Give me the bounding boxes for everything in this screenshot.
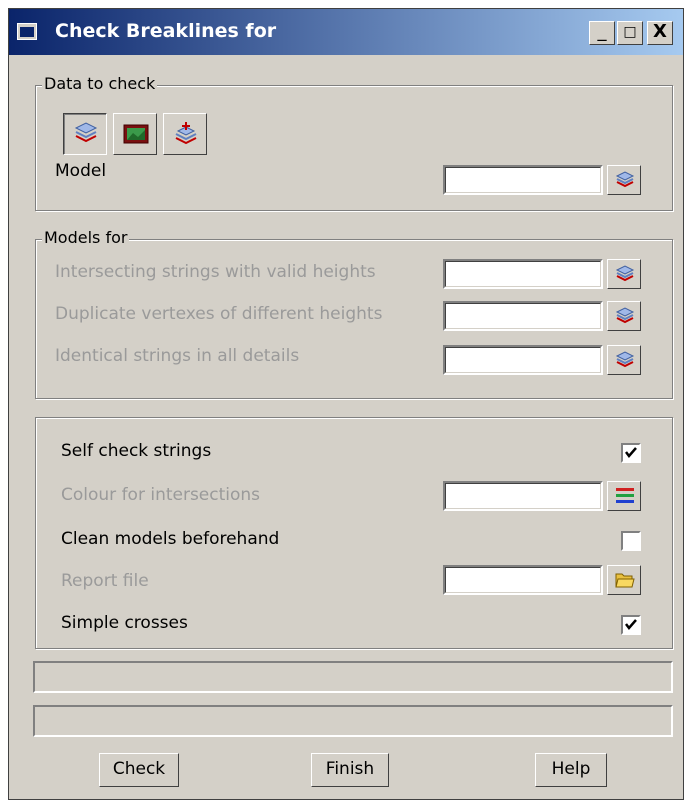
model-mode-button[interactable] [63, 113, 107, 155]
self-check-checkbox[interactable] [621, 443, 641, 463]
identical-model-button[interactable] [607, 345, 641, 375]
self-check-label: Self check strings [61, 441, 212, 461]
check-button[interactable]: Check [99, 753, 179, 787]
model-layers-icon [615, 307, 635, 324]
maximize-button[interactable]: □ [617, 21, 643, 45]
view-mode-button[interactable] [113, 113, 157, 155]
folder-icon [615, 573, 635, 588]
minimize-button[interactable]: _ [589, 21, 615, 45]
simple-crosses-checkbox[interactable] [621, 615, 641, 635]
duplicate-label: Duplicate vertexes of different heights [55, 304, 383, 324]
model-layers-icon [615, 265, 635, 282]
clean-models-label: Clean models beforehand [61, 529, 280, 549]
colour-select-button[interactable] [607, 481, 641, 511]
picture-icon [123, 124, 149, 144]
title-bar[interactable]: Check Breaklines for _ □ X [9, 9, 683, 55]
clean-models-checkbox[interactable] [621, 531, 641, 551]
check-icon [625, 447, 637, 458]
status-line-2 [33, 705, 673, 737]
app-icon [17, 23, 37, 40]
check-icon [625, 619, 637, 630]
finish-button[interactable]: Finish [311, 753, 389, 787]
model-layers-icon [615, 171, 635, 188]
add-layers-icon [175, 122, 197, 145]
status-line-1 [33, 661, 673, 693]
duplicate-model-button[interactable] [607, 301, 641, 331]
report-file-label: Report file [61, 571, 149, 591]
intersecting-model-input[interactable] [443, 259, 603, 289]
identical-label: Identical strings in all details [55, 346, 300, 366]
data-to-check-legend: Data to check [42, 74, 158, 93]
colour-bars-icon [616, 488, 634, 503]
duplicate-model-input[interactable] [443, 301, 603, 331]
model-layers-icon [615, 351, 635, 368]
report-file-input[interactable] [443, 565, 603, 595]
colour-input[interactable] [443, 481, 603, 511]
report-file-browse-button[interactable] [607, 565, 641, 595]
add-model-button[interactable] [163, 113, 207, 155]
window-title: Check Breaklines for [55, 20, 277, 42]
intersecting-label: Intersecting strings with valid heights [55, 262, 376, 282]
help-button[interactable]: Help [535, 753, 607, 787]
intersecting-model-button[interactable] [607, 259, 641, 289]
models-for-legend: Models for [42, 228, 130, 247]
dialog-window: Check Breaklines for _ □ X Data to check… [8, 8, 684, 800]
close-button[interactable]: X [647, 21, 673, 45]
model-input[interactable] [443, 165, 603, 195]
colour-label: Colour for intersections [61, 485, 261, 505]
model-layers-icon [74, 122, 98, 143]
model-label: Model [55, 161, 107, 181]
model-select-button[interactable] [607, 165, 641, 195]
simple-crosses-label: Simple crosses [61, 613, 188, 633]
identical-model-input[interactable] [443, 345, 603, 375]
